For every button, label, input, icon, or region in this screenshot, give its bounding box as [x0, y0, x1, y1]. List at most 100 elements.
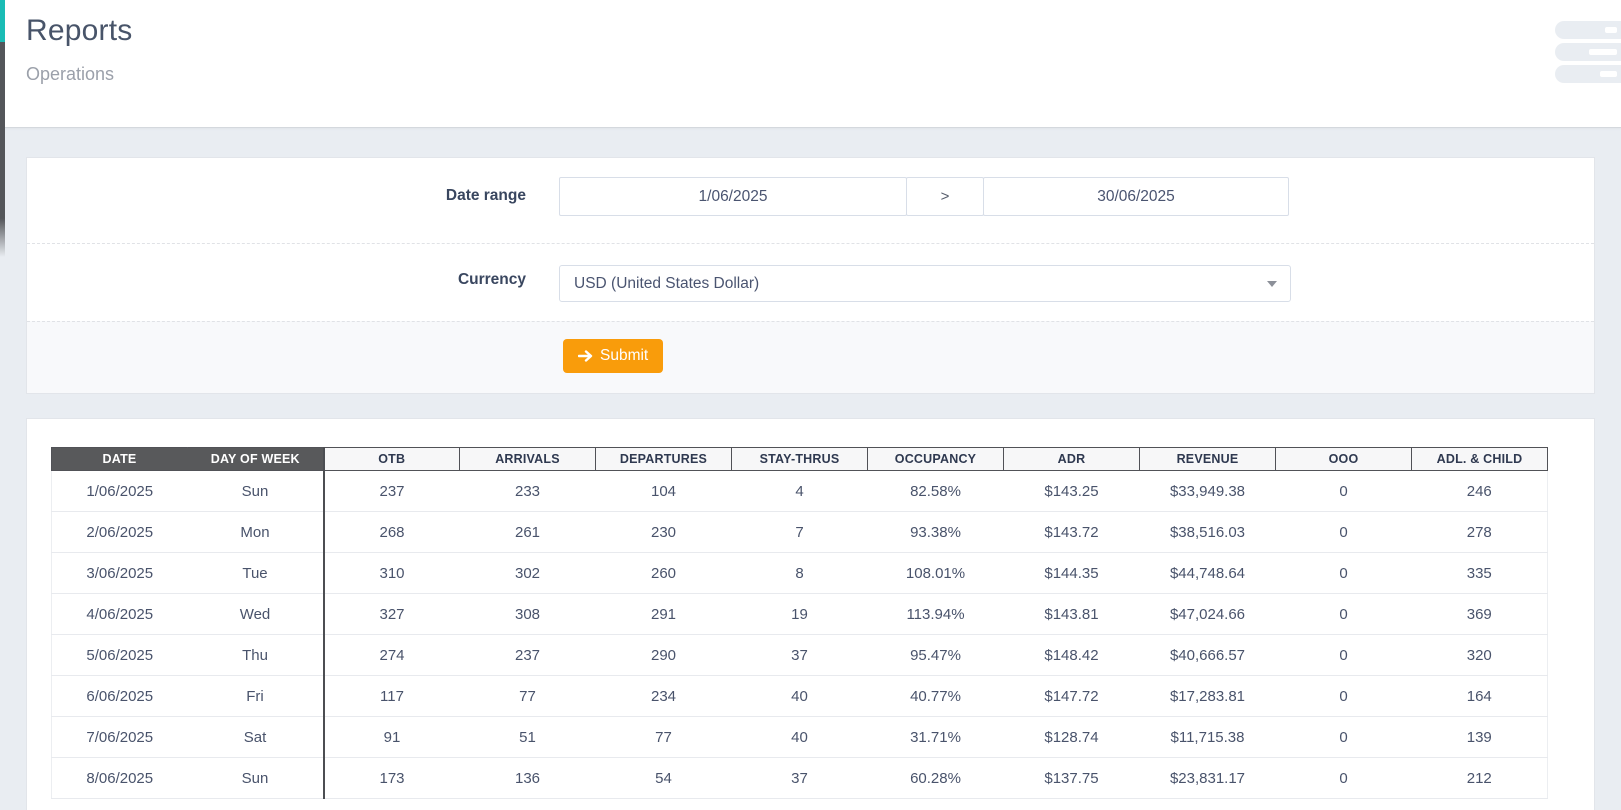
cell-departures: 104	[595, 470, 732, 512]
cell-day-of-week: Sun	[187, 757, 324, 799]
cell-stay-thrus: 37	[731, 757, 868, 799]
top-header-bar: Reports Operations	[0, 0, 1621, 128]
cell-stay-thrus: 37	[731, 634, 868, 676]
nav-skeleton-bar-icon	[1589, 49, 1617, 55]
currency-select[interactable]: USD (United States Dollar)	[559, 265, 1291, 302]
cell-date: 4/06/2025	[51, 593, 188, 635]
cell-occupancy: 108.01%	[867, 552, 1004, 594]
report-table-panel: DATE DAY OF WEEK OTB ARRIVALS DEPARTURES STAY…	[26, 418, 1595, 810]
column-header-date: DATE	[51, 447, 188, 471]
end-date-input[interactable]	[983, 177, 1289, 216]
table-row: 1/06/2025 Sun 237 233 104 4 82.58% $143.25 $33,9…	[51, 470, 1548, 512]
chevron-right-icon: >	[940, 188, 950, 205]
currency-selected-value: USD (United States Dollar)	[574, 274, 760, 292]
report-filter-panel: Date range > Currency USD (United States…	[26, 157, 1595, 394]
cell-otb: 91	[322, 716, 460, 758]
submit-button[interactable]: Submit	[563, 339, 664, 373]
cell-arrivals: 302	[459, 552, 596, 594]
cell-arrivals: 237	[459, 634, 596, 676]
cell-revenue: $23,831.17	[1139, 757, 1276, 799]
cell-stay-thrus: 19	[731, 593, 868, 635]
cell-stay-thrus: 40	[731, 716, 868, 758]
cell-revenue: $47,024.66	[1139, 593, 1276, 635]
cell-date: 2/06/2025	[51, 511, 188, 553]
cell-day-of-week: Sun	[187, 470, 324, 512]
column-header-otb: OTB	[322, 447, 460, 471]
currency-label: Currency	[457, 271, 526, 288]
cell-adl-child: 335	[1411, 552, 1548, 594]
start-date-input[interactable]	[559, 177, 907, 216]
column-header-arrivals: ARRIVALS	[459, 447, 596, 471]
cell-date: 5/06/2025	[51, 634, 188, 676]
table-row: 8/06/2025 Sun 173 136 54 37 60.28% $137.75 $23,8…	[51, 757, 1548, 799]
cell-revenue: $17,283.81	[1139, 675, 1276, 717]
cell-adr: $143.72	[1003, 511, 1140, 553]
cell-otb: 274	[322, 634, 460, 676]
date-range-picker: >	[559, 177, 1289, 216]
cell-otb: 173	[322, 757, 460, 799]
arrow-right-icon	[578, 350, 593, 362]
cell-departures: 77	[595, 716, 732, 758]
page-subtitle: Operations	[26, 64, 115, 84]
table-row: 5/06/2025 Thu 274 237 290 37 95.47% $148.42 $40,…	[51, 634, 1548, 676]
report-table-body: 1/06/2025 Sun 237 233 104 4 82.58% $143.25 $33,9…	[51, 470, 1548, 799]
cell-otb: 268	[322, 511, 460, 553]
cell-ooo: 0	[1275, 675, 1412, 717]
cell-departures: 230	[595, 511, 732, 553]
nav-skeleton-bar-icon	[1605, 27, 1617, 33]
cell-otb: 237	[322, 470, 460, 512]
column-header-adr: ADR	[1003, 447, 1140, 471]
cell-departures: 54	[595, 757, 732, 799]
date-range-label: Date range	[445, 187, 526, 204]
cell-adl-child: 246	[1411, 470, 1548, 512]
nav-skeleton-item[interactable]	[1555, 65, 1621, 83]
cell-occupancy: 113.94%	[867, 593, 1004, 635]
cell-departures: 260	[595, 552, 732, 594]
cell-adl-child: 212	[1411, 757, 1548, 799]
cell-arrivals: 233	[459, 470, 596, 512]
sidebar-accent-teal	[0, 0, 5, 42]
cell-occupancy: 95.47%	[867, 634, 1004, 676]
table-row: 7/06/2025 Sat 91 51 77 40 31.71% $128.74 $11,715…	[51, 716, 1548, 758]
table-row: 3/06/2025 Tue 310 302 260 8 108.01% $144.35 $44,…	[51, 552, 1548, 594]
cell-departures: 290	[595, 634, 732, 676]
sidebar-edge-strip	[0, 42, 5, 257]
cell-ooo: 0	[1275, 634, 1412, 676]
column-header-occupancy: OCCUPANCY	[867, 447, 1004, 471]
cell-arrivals: 308	[459, 593, 596, 635]
cell-date: 8/06/2025	[51, 757, 188, 799]
table-row: 4/06/2025 Wed 327 308 291 19 113.94% $143.81 $47…	[51, 593, 1548, 635]
cell-adr: $144.35	[1003, 552, 1140, 594]
cell-adr: $143.25	[1003, 470, 1140, 512]
page-title: Reports	[26, 14, 133, 47]
table-row: 6/06/2025 Fri 117 77 234 40 40.77% $147.72 $17,2…	[51, 675, 1548, 717]
cell-revenue: $11,715.38	[1139, 716, 1276, 758]
column-header-adl-child: ADL. & CHILD	[1411, 447, 1548, 471]
cell-departures: 291	[595, 593, 732, 635]
column-header-ooo: OOO	[1275, 447, 1412, 471]
cell-adl-child: 139	[1411, 716, 1548, 758]
cell-adr: $147.72	[1003, 675, 1140, 717]
cell-adl-child: 164	[1411, 675, 1548, 717]
cell-arrivals: 136	[459, 757, 596, 799]
top-right-nav-menu[interactable]	[1555, 21, 1621, 87]
column-header-revenue: REVENUE	[1139, 447, 1276, 471]
cell-ooo: 0	[1275, 716, 1412, 758]
cell-occupancy: 31.71%	[867, 716, 1004, 758]
cell-stay-thrus: 8	[731, 552, 868, 594]
operations-report-table: DATE DAY OF WEEK OTB ARRIVALS DEPARTURES STAY…	[51, 447, 1548, 799]
cell-stay-thrus: 40	[731, 675, 868, 717]
nav-skeleton-item[interactable]	[1555, 21, 1621, 39]
cell-otb: 327	[322, 593, 460, 635]
cell-ooo: 0	[1275, 511, 1412, 553]
cell-stay-thrus: 4	[731, 470, 868, 512]
nav-skeleton-item[interactable]	[1555, 43, 1621, 61]
nav-skeleton-bar-icon	[1600, 71, 1617, 77]
cell-ooo: 0	[1275, 593, 1412, 635]
cell-ooo: 0	[1275, 757, 1412, 799]
cell-day-of-week: Thu	[187, 634, 324, 676]
cell-day-of-week: Sat	[187, 716, 324, 758]
cell-adl-child: 320	[1411, 634, 1548, 676]
cell-departures: 234	[595, 675, 732, 717]
cell-occupancy: 93.38%	[867, 511, 1004, 553]
